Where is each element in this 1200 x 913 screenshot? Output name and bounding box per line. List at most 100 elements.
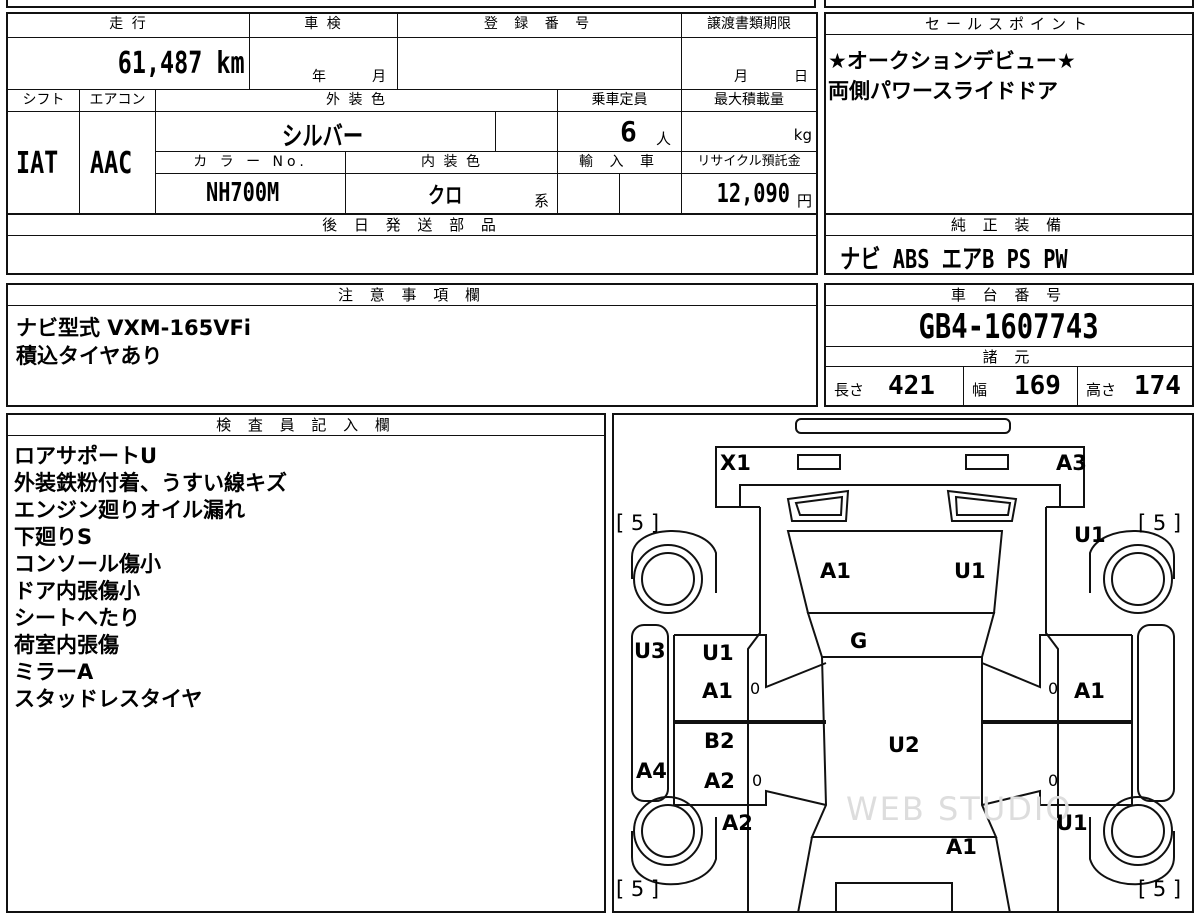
- inspector-line: ドア内張傷小: [14, 579, 140, 603]
- mark-a1-right-door: A1: [1074, 679, 1105, 703]
- notes-line-2: 積込タイヤあり: [16, 344, 163, 368]
- sales-line-1: ★オークションデビュー★: [828, 49, 1076, 73]
- chassis-box: 車 台 番 号 GB4-1607743 諸 元 長さ 421 幅 169 高さ …: [824, 283, 1194, 407]
- tire-mark-front-left: [ 5 ]: [616, 511, 660, 535]
- top-edge-right: [824, 0, 1194, 8]
- equipment-label: 純 正 装 備: [826, 215, 1192, 236]
- import-cell-b: [620, 174, 682, 213]
- inspection-cell: 年 月: [250, 38, 398, 90]
- recycle-fee-unit: 円: [796, 192, 812, 210]
- ac-value: AAC: [90, 146, 133, 181]
- ac-label: エアコン: [80, 90, 156, 112]
- length-value: 421: [888, 371, 935, 401]
- sales-line-2: 両側パワースライドドア: [828, 79, 1058, 103]
- interior-color-cell: クロ 系: [346, 174, 558, 213]
- height-value: 174: [1134, 371, 1181, 401]
- exterior-color-label: 外 装 色: [156, 90, 558, 112]
- capacity-cell: 6 人: [558, 112, 682, 152]
- equipment-box: 純 正 装 備 ナビ ABS エアB PS PW: [824, 213, 1194, 275]
- equipment-value: ナビ ABS エアB PS PW: [840, 245, 1068, 275]
- notes-line-1: ナビ型式 VXM-165VFi: [16, 316, 251, 340]
- capacity-unit: 人: [656, 130, 672, 148]
- inspection-label: 車 検: [250, 14, 398, 38]
- zero-mark: 0: [750, 679, 761, 698]
- zero-mark: 0: [1048, 771, 1059, 790]
- tire-mark-rear-left: [ 5 ]: [616, 877, 660, 901]
- mark-u1-hood: U1: [954, 559, 986, 583]
- mark-a1-left-door: A1: [702, 679, 733, 703]
- exterior-color-extra: [496, 112, 558, 152]
- capacity-value: 6: [620, 115, 637, 148]
- mileage-value: 61,487 km: [118, 46, 245, 81]
- inspection-year: 年: [312, 69, 326, 85]
- inspector-line: スタッドレスタイヤ: [14, 687, 203, 711]
- tire-mark-front-right: [ 5 ]: [1138, 511, 1182, 535]
- mileage-label: 走 行: [8, 14, 250, 38]
- inspector-line: 下廻りS: [14, 525, 93, 549]
- transfer-deadline-cell: 月 日: [682, 38, 816, 90]
- inspector-label: 検 査 員 記 入 欄: [8, 415, 604, 436]
- length-cell: 長さ 421: [826, 367, 964, 405]
- transfer-month: 月: [734, 69, 748, 85]
- top-edge: [6, 0, 816, 8]
- width-label: 幅: [972, 381, 988, 399]
- mark-a3: A3: [1056, 451, 1087, 475]
- mark-a1-rear: A1: [946, 835, 977, 859]
- later-parts-box: 後 日 発 送 部 品: [6, 213, 818, 275]
- interior-color-value: クロ: [428, 184, 463, 209]
- inspector-line: 荷室内張傷: [14, 633, 119, 657]
- ac-cell: AAC: [80, 112, 156, 213]
- sales-point-box: セールスポイント ★オークションデビュー★ 両側パワースライドドア: [824, 12, 1194, 215]
- notes-box: 注 意 事 項 欄 ナビ型式 VXM-165VFi 積込タイヤあり: [6, 283, 818, 407]
- chassis-number: GB4-1607743: [826, 307, 1192, 347]
- shift-value: IAT: [16, 146, 59, 181]
- exterior-color-cell: シルバー: [156, 112, 496, 152]
- inspector-box: 検 査 員 記 入 欄 ロアサポートU 外装鉄粉付着、うすい線キズ エンジン廻り…: [6, 413, 606, 913]
- chassis-label: 車 台 番 号: [826, 285, 1192, 306]
- mark-g: G: [850, 629, 868, 653]
- transfer-deadline-label: 譲渡書類期限: [682, 14, 816, 38]
- max-load-cell: kg: [682, 112, 816, 152]
- watermark: WEB STUDIO: [846, 790, 1073, 828]
- mark-u3: U3: [634, 639, 666, 663]
- color-no-value: NH700M: [206, 178, 280, 208]
- notes-label: 注 意 事 項 欄: [8, 285, 816, 306]
- interior-color-label: 内 装 色: [346, 152, 558, 174]
- zero-mark: 0: [1048, 679, 1059, 698]
- inspector-line: ロアサポートU: [14, 444, 158, 468]
- color-no-cell: NH700M: [156, 174, 346, 213]
- length-label: 長さ: [834, 381, 865, 399]
- mark-u2: U2: [888, 733, 920, 757]
- tire-mark-rear-right: [ 5 ]: [1138, 877, 1182, 901]
- width-value: 169: [1014, 371, 1061, 401]
- mark-u1-right-front: U1: [1074, 523, 1106, 547]
- inspector-line: エンジン廻りオイル漏れ: [14, 498, 245, 522]
- mark-a4: A4: [636, 759, 667, 783]
- inspector-line: シートへたり: [14, 606, 140, 630]
- mark-a2-left-quarter: A2: [722, 811, 753, 835]
- import-cell-a: [558, 174, 620, 213]
- transfer-day: 日: [794, 69, 808, 85]
- inspector-lines: ロアサポートU 外装鉄粉付着、うすい線キズ エンジン廻りオイル漏れ 下廻りS コ…: [14, 443, 287, 713]
- exterior-color-value: シルバー: [282, 122, 364, 152]
- mark-u1-left-door: U1: [702, 641, 734, 665]
- sales-point-label: セールスポイント: [826, 14, 1192, 35]
- shift-label: シフト: [8, 90, 80, 112]
- max-load-label: 最大積載量: [682, 90, 816, 112]
- height-label: 高さ: [1086, 381, 1117, 399]
- registration-cell: [398, 38, 682, 90]
- color-no-label: カ ラ ー No.: [156, 152, 346, 174]
- mark-x1: X1: [720, 451, 751, 475]
- inspector-line: 外装鉄粉付着、うすい線キズ: [14, 471, 287, 495]
- later-parts-label: 後 日 発 送 部 品: [8, 215, 816, 236]
- recycle-fee-cell: 12,090 円: [682, 174, 816, 213]
- inspector-line: コンソール傷小: [14, 552, 161, 576]
- mark-b2: B2: [704, 729, 735, 753]
- damage-diagram: WEB STUDIO X1 A3 A1 U1 G U1 A1 U3 A1 B2 …: [612, 413, 1194, 913]
- mark-a2-left-rear: A2: [704, 769, 735, 793]
- mark-a1-hood: A1: [820, 559, 851, 583]
- registration-label: 登 録 番 号: [398, 14, 682, 38]
- mark-u1-right-quarter: U1: [1056, 811, 1088, 835]
- vehicle-info-table: 走 行 車 検 登 録 番 号 譲渡書類期限 61,487 km 年 月 月 日…: [6, 12, 818, 215]
- recycle-fee-value: 12,090: [716, 179, 790, 209]
